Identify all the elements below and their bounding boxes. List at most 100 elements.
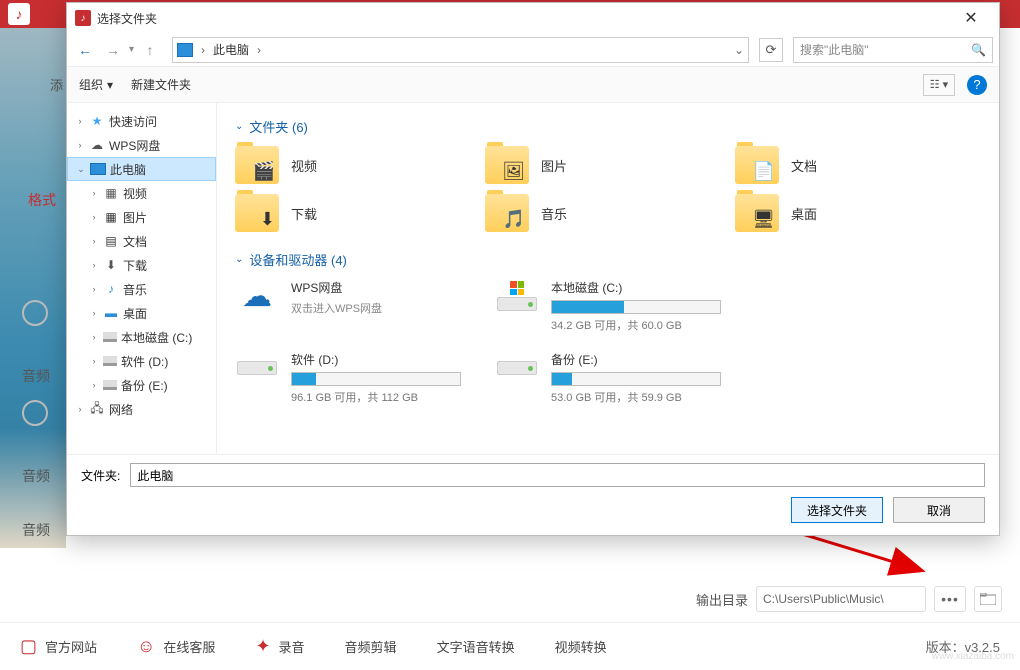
doc-icon: ▤ (103, 234, 119, 248)
new-folder-button[interactable]: 新建文件夹 (131, 76, 191, 93)
folder-icon: 🖼 (485, 146, 529, 184)
drive-icon (103, 380, 117, 390)
nav-history-dropdown[interactable]: ▾ (129, 44, 134, 55)
tree-videos[interactable]: ›▦视频 (67, 181, 216, 205)
tree-downloads[interactable]: ›⬇下载 (67, 253, 216, 277)
mic-icon: ✦ (255, 636, 270, 657)
dialog-body: ›★快速访问 ›☁WPS网盘 ⌄此电脑 ›▦视频 ›▦图片 ›▤文档 ›⬇下载 … (67, 103, 999, 454)
group-drives-header[interactable]: ⌄设备和驱动器 (4) (235, 250, 981, 269)
audio-section-3: 音频 (22, 520, 50, 540)
tree-drive-d[interactable]: ›软件 (D:) (67, 349, 216, 373)
folder-item[interactable]: 🖼 图片 (485, 146, 705, 184)
tree-drive-e[interactable]: ›备份 (E:) (67, 373, 216, 397)
folder-icon: ⬇ (235, 194, 279, 232)
video-icon: ▦ (103, 186, 119, 200)
desktop-icon: ▬ (103, 306, 119, 320)
organize-menu[interactable]: 组织▾ (79, 76, 113, 93)
drive-icon (103, 332, 117, 342)
search-input[interactable]: 搜索"此电脑" 🔍 (793, 37, 993, 63)
folder-label: 文档 (791, 156, 817, 175)
folder-label: 音乐 (541, 204, 567, 223)
tree-this-pc[interactable]: ⌄此电脑 (67, 157, 216, 181)
image-icon: ▦ (103, 210, 119, 224)
tree-wps[interactable]: ›☁WPS网盘 (67, 133, 216, 157)
browse-button[interactable]: ••• (934, 586, 966, 612)
footer-support[interactable]: ☺在线客服 (137, 636, 215, 657)
dialog-title: 选择文件夹 (97, 10, 157, 27)
network-icon: 🖧 (89, 402, 105, 416)
tree-quick-access[interactable]: ›★快速访问 (67, 109, 216, 133)
nav-forward-button[interactable]: → (101, 38, 125, 62)
drives-grid: ☁ WPS网盘双击进入WPS网盘 本地磁盘 (C:)34.2 GB 可用，共 6… (235, 279, 981, 405)
folder-item[interactable]: ⬇下载 (235, 194, 455, 232)
add-tab[interactable]: 添 (50, 75, 63, 94)
cancel-button[interactable]: 取消 (893, 497, 985, 523)
dialog-toolbar: 组织▾ 新建文件夹 ☷ ▾ ? (67, 67, 999, 103)
open-folder-button[interactable] (974, 586, 1002, 612)
tree-documents[interactable]: ›▤文档 (67, 229, 216, 253)
music-icon: ♪ (103, 282, 119, 296)
nav-tree: ›★快速访问 ›☁WPS网盘 ⌄此电脑 ›▦视频 ›▦图片 ›▤文档 ›⬇下载 … (67, 103, 217, 454)
folder-item[interactable]: 🖥桌面 (735, 194, 955, 232)
group-folders-header[interactable]: ⌄文件夹 (6) (235, 117, 981, 136)
format-label: 格式 (28, 190, 56, 210)
folder-field-label: 文件夹: (81, 467, 120, 484)
footer-site[interactable]: ▢官方网站 (20, 636, 97, 657)
close-button[interactable]: ✕ (951, 8, 991, 28)
folder-icon: 📄 (735, 146, 779, 184)
output-path-input[interactable] (756, 586, 926, 612)
folder-item[interactable]: 🎬 视频 (235, 146, 455, 184)
folder-label: 图片 (541, 156, 567, 175)
audio-section-2: 音频 (22, 400, 50, 486)
chevron-down-icon[interactable]: ⌄ (734, 43, 744, 57)
select-folder-button[interactable]: 选择文件夹 (791, 497, 883, 523)
tree-desktop[interactable]: ›▬桌面 (67, 301, 216, 325)
folder-icon: 🎬 (235, 146, 279, 184)
folder-name-input[interactable] (130, 463, 985, 487)
drive-e[interactable]: 备份 (E:)53.0 GB 可用，共 59.9 GB (495, 351, 725, 405)
folder-item[interactable]: 🎵音乐 (485, 194, 705, 232)
output-label: 输出目录 (696, 590, 748, 609)
content-pane: ⌄文件夹 (6) 🎬视频🖼图片📄文档⬇下载🎵音乐🖥桌面 ⌄设备和驱动器 (4) … (217, 103, 999, 454)
drive-d[interactable]: 软件 (D:)96.1 GB 可用，共 112 GB (235, 351, 465, 405)
drive-icon (495, 279, 539, 313)
download-icon: ⬇ (103, 258, 119, 272)
audio-section-1: 音频 (22, 300, 50, 386)
folder-grid: 🎬 视频 🖼 图片 📄 文档 ⬇下载 🎵音乐 🖥桌面 (235, 146, 981, 232)
drive-c[interactable]: 本地磁盘 (C:)34.2 GB 可用，共 60.0 GB (495, 279, 725, 333)
tree-drive-c[interactable]: ›本地磁盘 (C:) (67, 325, 216, 349)
nav-up-button[interactable]: ↑ (138, 38, 162, 62)
footer-record[interactable]: ✦录音 (255, 636, 304, 657)
pc-icon (177, 43, 193, 57)
nav-back-button[interactable]: ← (73, 38, 97, 62)
tree-music[interactable]: ›♪音乐 (67, 277, 216, 301)
breadcrumb[interactable]: 此电脑 (213, 41, 249, 58)
output-dir-row: 输出目录 ••• (696, 586, 1002, 612)
dialog-navbar: ← → ▾ ↑ 此电脑 ⌄ ⟳ 搜索"此电脑" 🔍 (67, 33, 999, 67)
drive-icon (235, 351, 279, 385)
footer-video[interactable]: 视频转换 (555, 637, 607, 656)
view-mode-button[interactable]: ☷ ▾ (923, 74, 955, 96)
headset-icon: ☺ (137, 636, 155, 657)
watermark: www.xiazaiba.com (932, 651, 1014, 662)
address-bar[interactable]: 此电脑 ⌄ (172, 37, 749, 63)
dialog-bottom: 文件夹: 选择文件夹 取消 (67, 454, 999, 535)
footer-cut[interactable]: 音频剪辑 (345, 637, 397, 656)
chevron-down-icon: ▾ (107, 78, 113, 92)
app-footer: ▢官方网站 ☺在线客服 ✦录音 音频剪辑 文字语音转换 视频转换 版本：v3.2… (0, 622, 1020, 670)
tree-pictures[interactable]: ›▦图片 (67, 205, 216, 229)
cloud-icon: ☁ (235, 279, 279, 313)
cloud-icon: ☁ (89, 138, 105, 152)
drive-wps[interactable]: ☁ WPS网盘双击进入WPS网盘 (235, 279, 465, 333)
help-button[interactable]: ? (967, 75, 987, 95)
search-icon: 🔍 (971, 43, 986, 57)
drive-icon (495, 351, 539, 385)
tree-network[interactable]: ›🖧网络 (67, 397, 216, 421)
star-icon: ★ (89, 114, 105, 128)
folder-item[interactable]: 📄 文档 (735, 146, 955, 184)
folder-label: 视频 (291, 156, 317, 175)
folder-icon (980, 593, 996, 605)
chevron-down-icon: ⌄ (235, 121, 243, 132)
refresh-button[interactable]: ⟳ (759, 38, 783, 62)
footer-tts[interactable]: 文字语音转换 (437, 637, 515, 656)
